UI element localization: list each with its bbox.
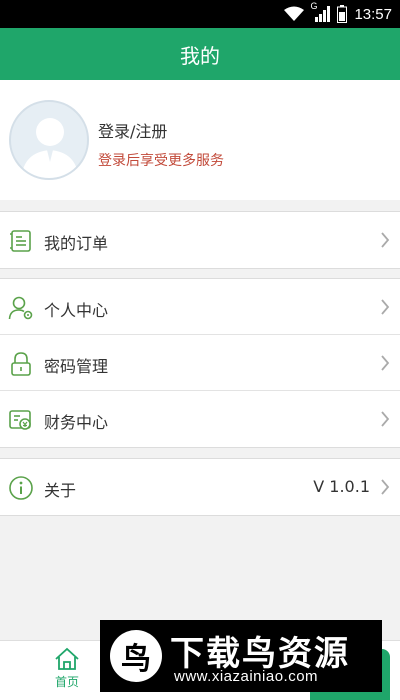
- chevron-right-icon: [380, 355, 390, 375]
- profile-card[interactable]: 登录/注册 登录后享受更多服务: [0, 80, 400, 200]
- info-icon: [8, 475, 34, 501]
- login-register-link[interactable]: 登录/注册: [98, 118, 167, 142]
- status-icons: G 13:57: [283, 1, 392, 24]
- menu-item-orders[interactable]: 我的订单: [0, 212, 400, 268]
- order-list-icon: [8, 228, 34, 254]
- wifi-icon: [283, 6, 305, 22]
- menu-group-orders: 我的订单: [0, 211, 400, 269]
- watermark-url: www.xiazainiao.com: [174, 668, 319, 685]
- menu-item-label: 密码管理: [44, 357, 109, 376]
- menu-item-finance[interactable]: 财务中心: [0, 391, 400, 447]
- version-label: V 1.0.1: [313, 477, 370, 496]
- chevron-right-icon: [380, 411, 390, 431]
- user-settings-icon: [8, 295, 34, 321]
- avatar-placeholder-icon[interactable]: [9, 100, 89, 180]
- tab-home-label: 首页: [54, 675, 79, 689]
- signal-icon: G: [310, 1, 331, 22]
- app-header: 我的: [0, 28, 400, 80]
- menu-item-about[interactable]: 关于 V 1.0.1: [0, 459, 400, 515]
- finance-icon: [8, 407, 34, 433]
- menu-group-account: 个人中心 密码管理 财务中心: [0, 278, 400, 448]
- battery-icon: [337, 5, 348, 23]
- page-title: 我的: [180, 43, 220, 68]
- status-time: 13:57: [354, 5, 392, 23]
- menu-item-label: 关于: [44, 481, 77, 500]
- home-icon: [40, 647, 94, 671]
- bird-logo-icon: 鸟: [110, 630, 162, 682]
- chevron-right-icon: [380, 232, 390, 252]
- tab-home[interactable]: 首页: [40, 647, 94, 699]
- menu-item-password[interactable]: 密码管理: [0, 335, 400, 391]
- menu-item-personal-center[interactable]: 个人中心: [0, 279, 400, 335]
- menu-group-about: 关于 V 1.0.1: [0, 458, 400, 516]
- watermark-banner: 鸟 下载鸟资源 www.xiazainiao.com: [100, 620, 382, 692]
- network-type-label: G: [310, 1, 318, 11]
- status-bar: G 13:57: [0, 0, 400, 28]
- menu-item-label: 我的订单: [44, 234, 109, 253]
- chevron-right-icon: [380, 299, 390, 319]
- chevron-right-icon: [380, 479, 390, 499]
- menu-item-label: 财务中心: [44, 413, 109, 432]
- lock-icon: [8, 351, 34, 377]
- login-hint: 登录后享受更多服务: [98, 153, 224, 169]
- menu-item-label: 个人中心: [44, 301, 109, 320]
